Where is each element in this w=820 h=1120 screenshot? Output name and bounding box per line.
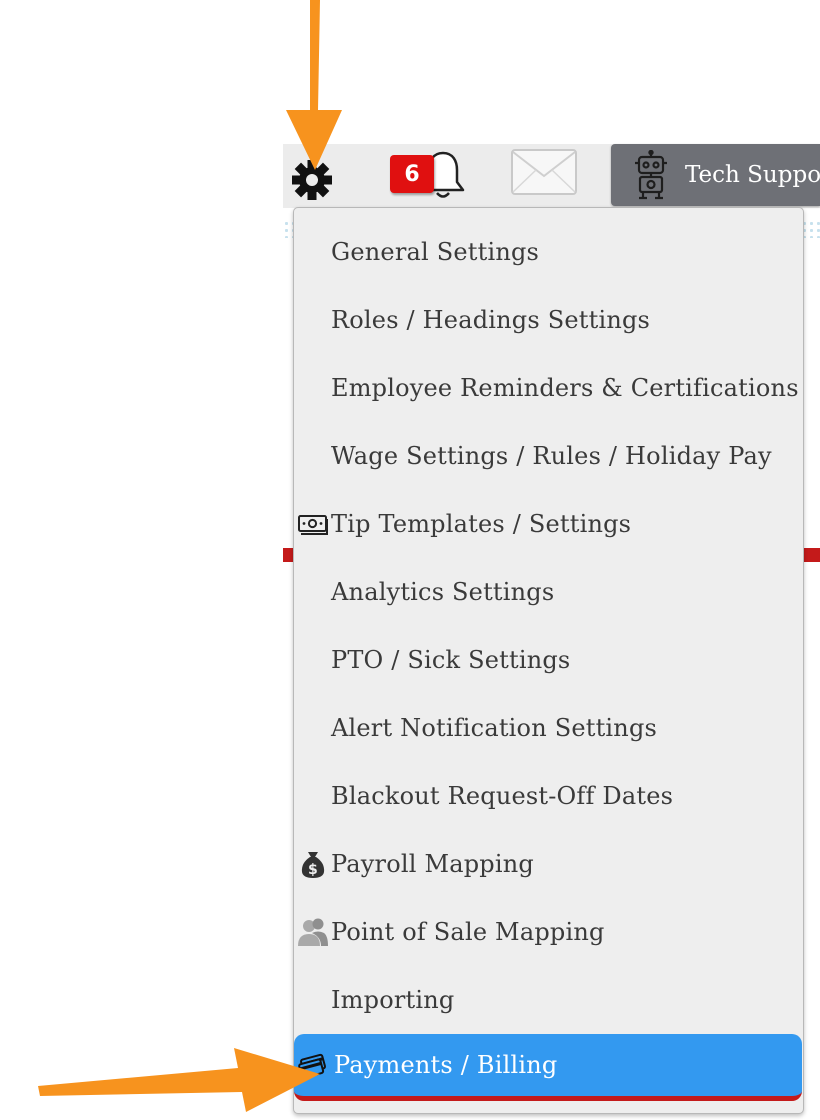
tech-support-button[interactable]: Tech Support	[611, 144, 820, 206]
annotation-arrow-right	[38, 1048, 320, 1112]
robot-icon	[635, 150, 667, 200]
menu-item-label: Importing	[331, 986, 455, 1014]
menu-item-payments-billing[interactable]: Payments / Billing	[294, 1034, 802, 1101]
credit-card-icon	[298, 1053, 326, 1079]
menu-item-alert-notification-settings[interactable]: Alert Notification Settings	[294, 694, 803, 762]
money-bag-icon: $	[301, 852, 325, 878]
menu-item-label: Employee Reminders & Certifications	[331, 374, 799, 402]
menu-item-label: PTO / Sick Settings	[331, 646, 571, 674]
menu-item-label: Tip Templates / Settings	[331, 510, 632, 538]
menu-item-payroll-mapping[interactable]: $ Payroll Mapping	[294, 830, 803, 898]
notification-count-badge: 6	[390, 155, 434, 193]
menu-item-label: Blackout Request-Off Dates	[331, 782, 674, 810]
svg-text:$: $	[308, 862, 318, 878]
menu-item-point-of-sale-mapping[interactable]: Point of Sale Mapping	[294, 898, 803, 966]
envelope-icon[interactable]	[508, 146, 580, 198]
notifications-button[interactable]: 6	[386, 148, 470, 204]
menu-item-label: Point of Sale Mapping	[331, 918, 605, 946]
menu-item-importing[interactable]: Importing	[294, 966, 803, 1034]
menu-item-analytics-settings[interactable]: Analytics Settings	[294, 558, 803, 626]
settings-dropdown-menu: General Settings Roles / Headings Settin…	[293, 207, 804, 1114]
menu-item-label: Alert Notification Settings	[331, 714, 658, 742]
money-icon	[298, 515, 328, 535]
menu-item-label: Roles / Headings Settings	[331, 306, 651, 334]
menu-item-blackout-request-off-dates[interactable]: Blackout Request-Off Dates	[294, 762, 803, 830]
menu-item-employee-reminders[interactable]: Employee Reminders & Certifications	[294, 354, 803, 422]
menu-item-wage-settings[interactable]: Wage Settings / Rules / Holiday Pay	[294, 422, 803, 490]
menu-item-general-settings[interactable]: General Settings	[294, 218, 803, 286]
tech-support-label: Tech Support	[685, 162, 820, 188]
menu-item-label: Analytics Settings	[331, 578, 555, 606]
menu-item-label: Payments / Billing	[334, 1051, 558, 1079]
menu-item-label: General Settings	[331, 238, 540, 266]
people-icon	[298, 918, 328, 946]
menu-item-label: Wage Settings / Rules / Holiday Pay	[331, 442, 772, 470]
menu-item-label: Payroll Mapping	[331, 850, 534, 878]
menu-item-pto-sick-settings[interactable]: PTO / Sick Settings	[294, 626, 803, 694]
page-accent-bar	[802, 548, 820, 562]
gear-icon[interactable]	[290, 158, 334, 202]
menu-item-tip-templates[interactable]: Tip Templates / Settings	[294, 490, 803, 558]
menu-item-roles-headings-settings[interactable]: Roles / Headings Settings	[294, 286, 803, 354]
